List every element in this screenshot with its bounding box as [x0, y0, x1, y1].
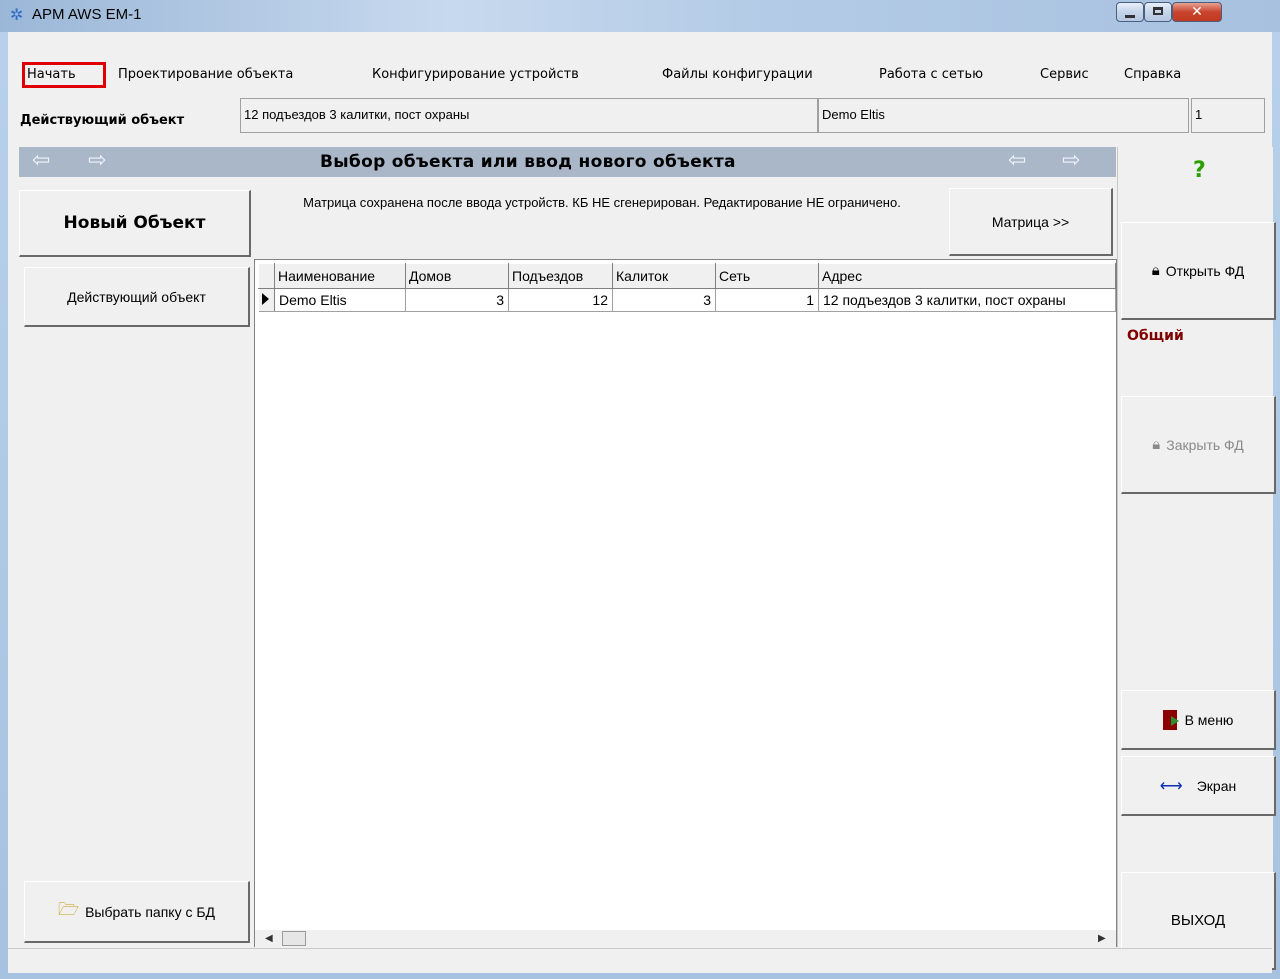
cell-address[interactable]: 12 подъездов 3 калитки, пост охраны — [818, 288, 1116, 312]
arrow-left-icon[interactable]: ⇦ — [32, 150, 50, 172]
cell-houses[interactable]: 3 — [405, 288, 509, 312]
folder-icon: 🗁 — [57, 900, 80, 919]
menu-help[interactable]: Справка — [1124, 67, 1181, 82]
cell-name[interactable]: Demo Eltis — [274, 288, 406, 312]
objects-table: Наименование Домов Подъездов Калиток Сет… — [258, 263, 1116, 312]
objects-grid — [254, 259, 1117, 947]
horizontal-arrows-icon: ⟷ — [1159, 777, 1183, 795]
scroll-left-icon[interactable]: ◀ — [265, 933, 273, 944]
close-fd-label: Закрыть ФД — [1166, 436, 1244, 453]
horizontal-scrollbar[interactable] — [255, 930, 1116, 947]
row-indicator-icon — [258, 288, 275, 312]
column-header-houses[interactable]: Домов — [405, 263, 509, 289]
close-fd-button[interactable]: 🔒︎ Закрыть ФД — [1121, 396, 1276, 494]
scroll-right-icon[interactable]: ▶ — [1098, 933, 1106, 944]
table-row[interactable]: Demo Eltis 3 12 3 1 12 подъездов 3 калит… — [258, 288, 1116, 312]
status-notice: Матрица сохранена после ввода устройств.… — [303, 195, 901, 210]
cell-gates[interactable]: 3 — [612, 288, 716, 312]
close-window-button[interactable]: ✕ — [1172, 2, 1222, 22]
column-header-entrances[interactable]: Подъездов — [508, 263, 613, 289]
minimize-button[interactable] — [1116, 2, 1144, 22]
arrow-right-icon[interactable]: ⇨ — [88, 150, 106, 172]
app-window: ✲ APM AWS EM-1 ✕ Начать Проектирование о… — [0, 0, 1280, 979]
arrow-left-icon[interactable]: ⇦ — [1008, 150, 1026, 172]
select-db-folder-button[interactable]: 🗁 Выбрать папку с БД — [24, 881, 250, 943]
minimize-icon — [1125, 15, 1135, 18]
scroll-thumb[interactable] — [282, 931, 306, 946]
maximize-button[interactable] — [1144, 2, 1172, 22]
column-header-address[interactable]: Адрес — [818, 263, 1116, 289]
active-object-button[interactable]: Действующий объект — [24, 267, 250, 327]
column-header-gates[interactable]: Калиток — [612, 263, 716, 289]
screen-label: Экран — [1196, 777, 1237, 794]
left-panel — [19, 259, 255, 947]
menu-service[interactable]: Сервис — [1040, 67, 1089, 82]
row-indicator-header — [258, 263, 275, 289]
section-label-general: Общий — [1127, 328, 1184, 344]
menu-object-design[interactable]: Проектирование объекта — [118, 67, 293, 82]
menu-highlight-box — [22, 62, 106, 88]
active-object-number-field: 1 — [1191, 98, 1265, 133]
cell-entrances[interactable]: 12 — [508, 288, 613, 312]
menu-device-config[interactable]: Конфигурирование устройств — [372, 67, 579, 82]
menu-network[interactable]: Работа с сетью — [879, 67, 983, 82]
new-object-button[interactable]: Новый Объект — [19, 190, 251, 257]
column-header-name[interactable]: Наименование — [274, 263, 406, 289]
app-icon: ✲ — [10, 5, 24, 24]
active-object-label: Действующий объект — [20, 113, 185, 128]
screen-button[interactable]: ⟷ Экран — [1121, 756, 1276, 816]
door-exit-icon — [1162, 709, 1179, 730]
open-fd-button[interactable]: 🔒︎ Открыть ФД — [1121, 222, 1276, 320]
back-to-menu-button[interactable]: В меню — [1121, 690, 1276, 750]
column-header-network[interactable]: Сеть — [715, 263, 819, 289]
window-title: APM AWS EM-1 — [32, 6, 142, 23]
help-icon[interactable]: ? — [1193, 158, 1206, 183]
lock-icon: 🔒︎ — [1151, 262, 1160, 279]
status-bar — [8, 948, 1272, 973]
select-db-folder-label: Выбрать папку с БД — [85, 903, 216, 920]
close-icon: ✕ — [1191, 4, 1203, 20]
page-title: Выбор объекта или ввод нового объекта — [320, 152, 736, 172]
title-bar: ✲ APM AWS EM-1 ✕ — [0, 0, 1280, 32]
active-object-description-field: 12 подъездов 3 калитки, пост охраны — [240, 98, 818, 133]
open-fd-label: Открыть ФД — [1165, 262, 1245, 279]
menu-config-files[interactable]: Файлы конфигурации — [662, 67, 813, 82]
arrow-right-icon[interactable]: ⇨ — [1062, 150, 1080, 172]
active-object-name-field: Demo Eltis — [818, 98, 1189, 133]
cell-network[interactable]: 1 — [715, 288, 819, 312]
maximize-icon — [1153, 7, 1163, 15]
matrix-button[interactable]: Матрица >> — [949, 188, 1113, 256]
back-to-menu-label: В меню — [1184, 711, 1234, 728]
lock-icon: 🔒︎ — [1152, 436, 1161, 453]
